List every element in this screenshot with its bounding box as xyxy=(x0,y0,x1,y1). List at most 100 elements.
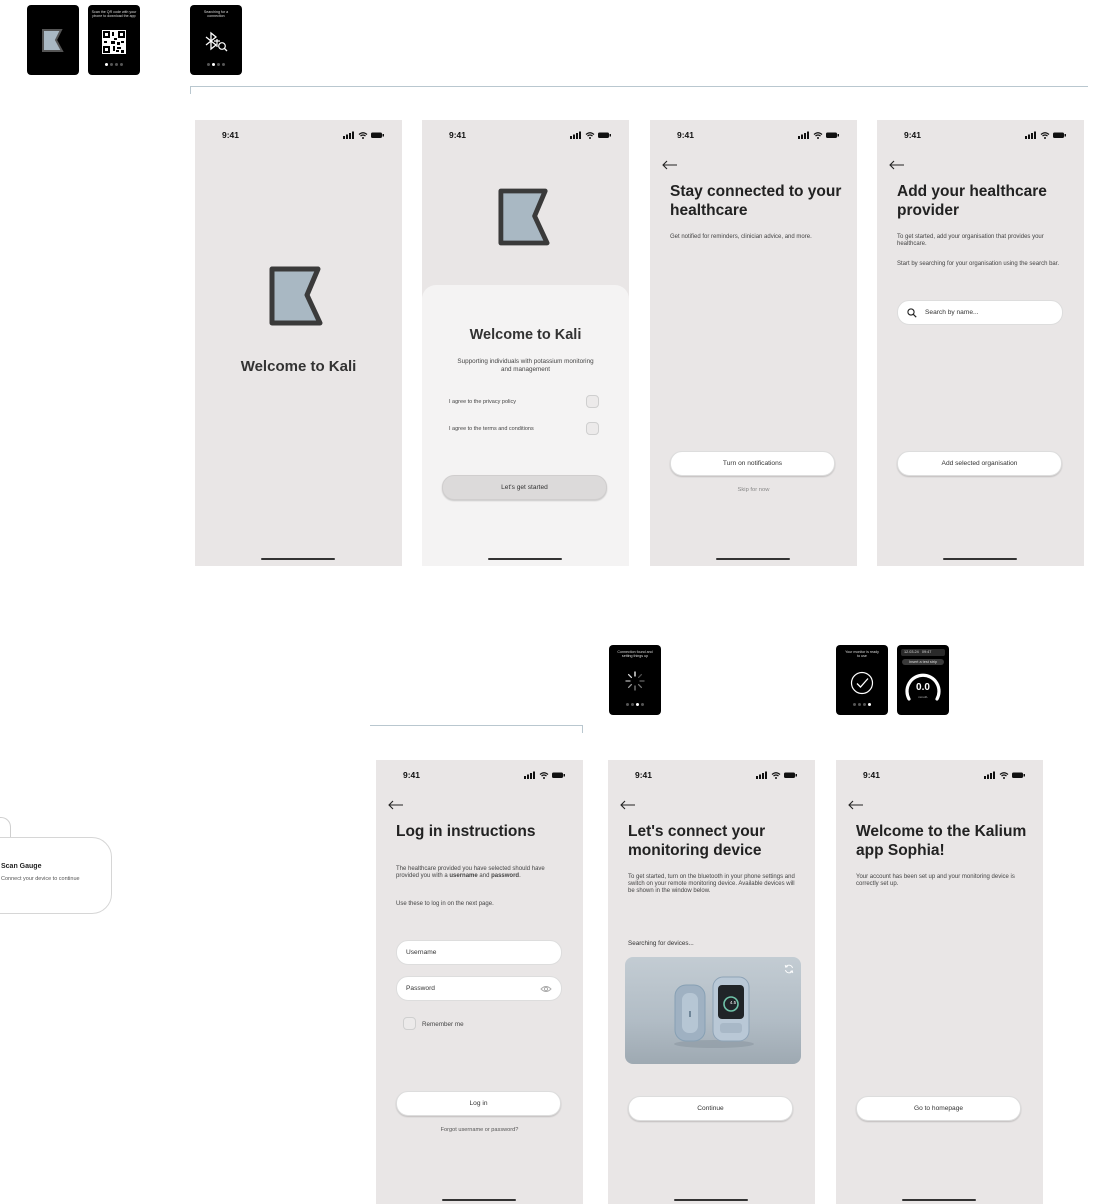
gauge-unit: mmol/L xyxy=(918,695,928,699)
status-time: 9:41 xyxy=(403,770,421,780)
provider-screen: 9:41 Add your healthcare provider To get… xyxy=(877,120,1084,566)
go-to-homepage-button[interactable]: Go to homepage xyxy=(856,1096,1021,1121)
forgot-link[interactable]: Forgot username or password? xyxy=(376,1127,583,1133)
password-placeholder: Password xyxy=(406,985,435,992)
password-input[interactable]: Password xyxy=(396,976,562,1001)
username-placeholder: Username xyxy=(406,949,437,956)
privacy-checkbox[interactable] xyxy=(586,395,599,408)
qr-tile: Scan the QR code with your phone to down… xyxy=(88,5,140,75)
username-emphasis: username xyxy=(449,873,478,880)
login-screen: 9:41 Log in instructions The healthcare … xyxy=(376,760,583,1204)
status-time: 9:41 xyxy=(677,130,695,140)
page-description-secondary: Use these to log in on the next page. xyxy=(396,901,494,907)
page-title: Add your healthcare provider xyxy=(897,183,1047,219)
home-indicator xyxy=(261,558,335,560)
home-indicator xyxy=(902,1199,976,1201)
username-input[interactable]: Username xyxy=(396,940,562,965)
status-bar: 9:41 xyxy=(422,130,629,144)
page-dots xyxy=(609,703,661,706)
turn-on-notifications-button[interactable]: Turn on notifications xyxy=(670,451,835,476)
status-bar: 9:41 xyxy=(195,130,402,144)
status-icons xyxy=(798,131,839,139)
conn-tile-caption: Connection found and setting things up xyxy=(617,650,653,659)
body-text: . xyxy=(519,873,521,880)
page-dots xyxy=(836,703,888,706)
welcome-screen: 9:41 Welcome to the Kalium app Sophia! Y… xyxy=(836,760,1043,1204)
status-time: 9:41 xyxy=(904,130,922,140)
loading-spinner-icon xyxy=(625,671,645,691)
home-indicator xyxy=(716,558,790,560)
tile-instruction: Insert a test strip xyxy=(902,659,944,665)
kali-logo-icon xyxy=(498,188,550,246)
qr-code-icon xyxy=(102,30,126,54)
status-time: 9:41 xyxy=(449,130,467,140)
status-bar: 9:41 xyxy=(836,770,1043,784)
page-description: Your account has been set up and your mo… xyxy=(856,874,1015,888)
flow-connector xyxy=(582,725,583,733)
toast-card: Scan Gauge Connect your device to contin… xyxy=(0,837,112,914)
notifications-screen: 9:41 Stay connected to your healthcare G… xyxy=(650,120,857,566)
toast-subtitle: Connect your device to continue xyxy=(1,876,80,882)
qr-tile-caption: Scan the QR code with your phone to down… xyxy=(91,10,137,19)
search-icon xyxy=(907,308,917,318)
reading-tile: 12.03.24 09:47 Insert a test strip 0.0 m… xyxy=(897,645,949,715)
page-dots xyxy=(190,63,242,66)
bluetooth-tile: Searching for a connection xyxy=(190,5,242,75)
eye-icon[interactable] xyxy=(540,985,552,993)
body-text: and xyxy=(477,873,492,880)
remember-me-label: Remember me xyxy=(422,1021,464,1028)
device-preview: 4.5 xyxy=(625,957,801,1064)
page-description: The healthcare provided you have selecte… xyxy=(396,866,563,880)
tile-date: 12.03.24 xyxy=(904,650,919,654)
page-title: Stay connected to your healthcare xyxy=(670,183,842,219)
status-time: 9:41 xyxy=(222,130,240,140)
splash-screen: 9:41 Welcome to Kali xyxy=(195,120,402,566)
bt-tile-caption: Searching for a connection xyxy=(203,10,229,19)
add-organisation-button[interactable]: Add selected organisation xyxy=(897,451,1062,476)
status-icons xyxy=(1025,131,1066,139)
terms-checkbox[interactable] xyxy=(586,422,599,435)
continue-button[interactable]: Continue xyxy=(628,1096,793,1121)
page-description: To get started, turn on the bluetooth in… xyxy=(628,874,795,895)
back-arrow-icon[interactable] xyxy=(662,160,678,170)
page-description: To get started, add your organisation th… xyxy=(897,234,1044,248)
back-arrow-icon[interactable] xyxy=(848,800,864,810)
consent-sheet: Welcome to Kali Supporting individuals w… xyxy=(422,285,629,566)
back-arrow-icon[interactable] xyxy=(388,800,404,810)
status-icons xyxy=(756,771,797,779)
skip-link[interactable]: Skip for now xyxy=(650,487,857,493)
ready-tile-caption: Your monitor is ready to use xyxy=(845,650,879,659)
connection-tile: Connection found and setting things up xyxy=(609,645,661,715)
check-circle-icon xyxy=(850,671,874,695)
terms-label: I agree to the terms and conditions xyxy=(449,426,534,432)
kali-logo-icon xyxy=(269,266,323,326)
refresh-icon[interactable] xyxy=(784,964,794,974)
logo-tile xyxy=(27,5,79,75)
home-indicator xyxy=(442,1199,516,1201)
page-title: Welcome to the Kalium app Sophia! xyxy=(856,823,1027,859)
status-icons xyxy=(343,131,384,139)
toast-title: Scan Gauge xyxy=(1,863,42,870)
back-arrow-icon[interactable] xyxy=(620,800,636,810)
splash-title: Welcome to Kali xyxy=(240,358,357,375)
status-bar: 9:41 xyxy=(376,770,583,784)
status-bar: 9:41 xyxy=(650,130,857,144)
back-arrow-icon[interactable] xyxy=(889,160,905,170)
remember-me-checkbox[interactable] xyxy=(403,1017,416,1030)
ready-tile: Your monitor is ready to use xyxy=(836,645,888,715)
password-emphasis: password xyxy=(491,873,520,880)
page-description: Get notified for reminders, clinician ad… xyxy=(670,234,812,240)
monitoring-device-image xyxy=(674,976,754,1048)
home-indicator xyxy=(488,558,562,560)
privacy-label: I agree to the privacy policy xyxy=(449,399,516,405)
connect-device-screen: 9:41 Let's connect your monitoring devic… xyxy=(608,760,815,1204)
status-icons xyxy=(984,771,1025,779)
tile-status-row: 12.03.24 09:47 xyxy=(901,649,945,656)
consent-screen: 9:41 Welcome to Kali Supporting individu… xyxy=(422,120,629,566)
tile-time: 09:47 xyxy=(921,650,932,654)
get-started-button[interactable]: Let's get started xyxy=(442,475,607,500)
log-in-button[interactable]: Log in xyxy=(396,1091,561,1116)
organisation-search-input[interactable]: Search by name... xyxy=(897,300,1063,325)
flow-connector xyxy=(190,86,191,94)
consent-subtitle: Supporting individuals with potassium mo… xyxy=(457,358,594,373)
